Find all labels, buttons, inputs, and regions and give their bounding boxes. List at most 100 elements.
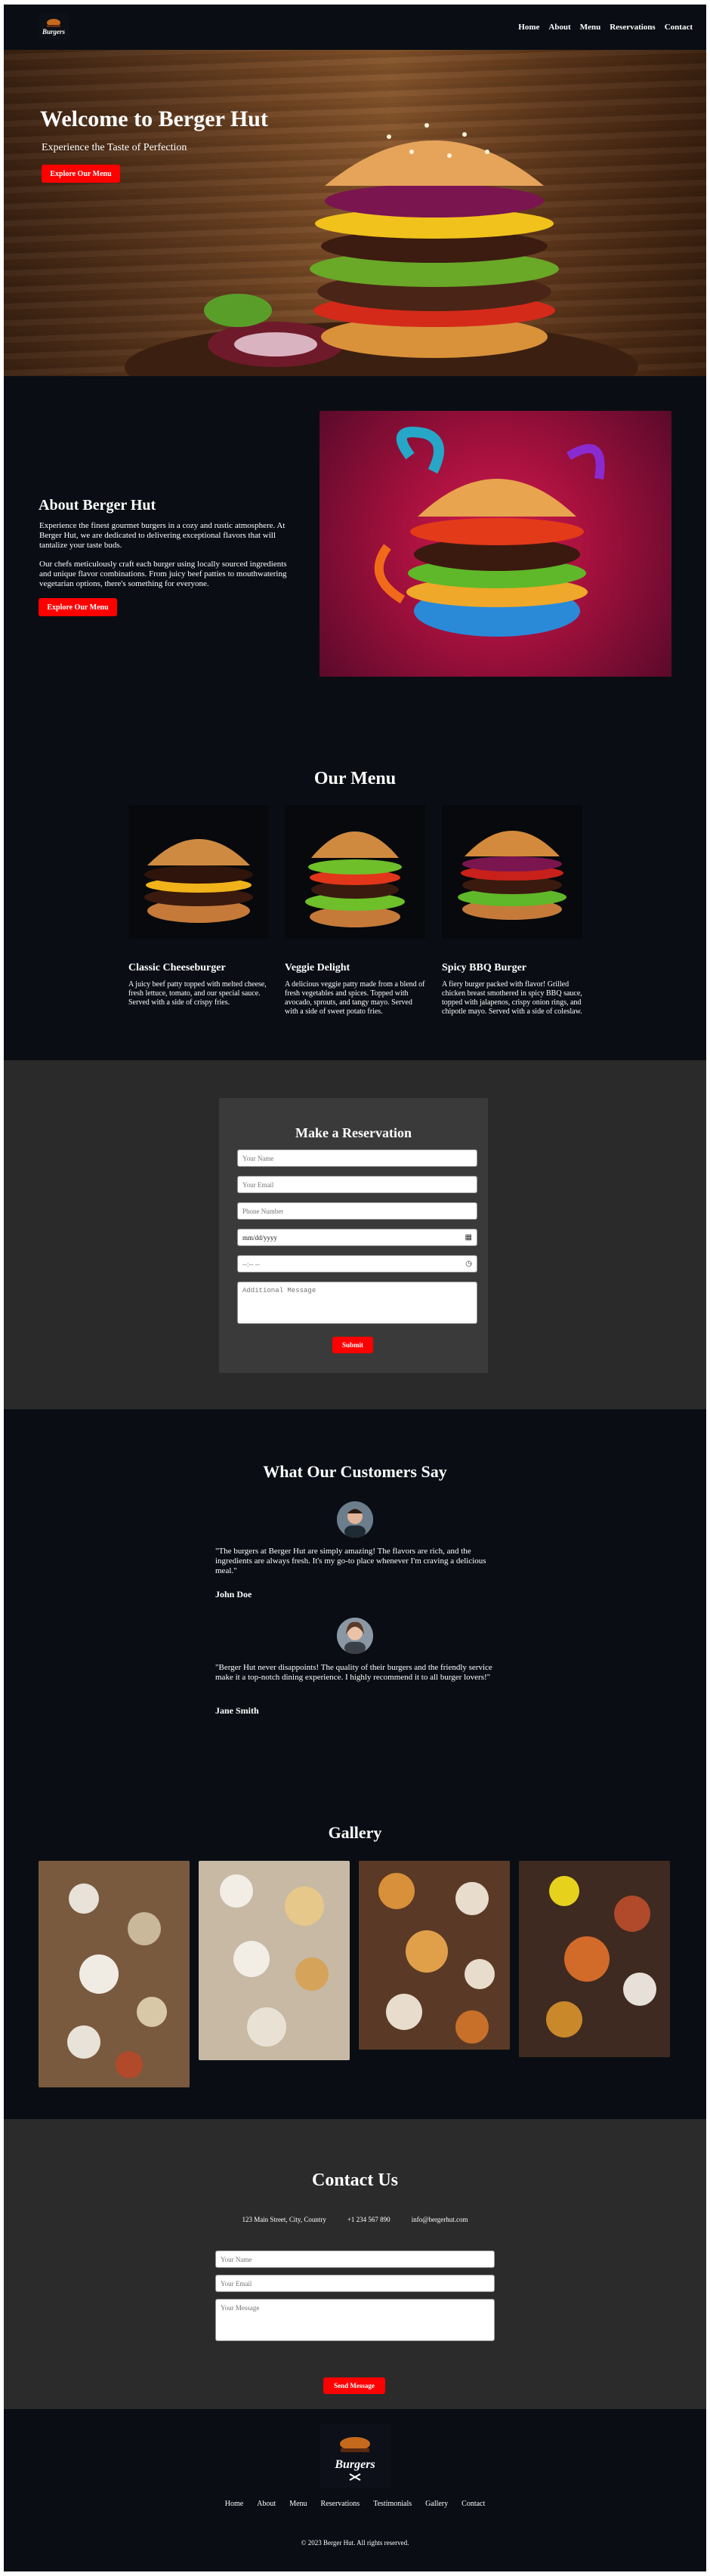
phone-placeholder: Phone Number — [242, 1207, 284, 1215]
reservation-phone-input[interactable]: Phone Number — [237, 1202, 477, 1220]
hero-title: Welcome to Berger Hut — [40, 106, 268, 131]
reservation-title: Make a Reservation — [295, 1125, 412, 1140]
main-nav: Home About Menu Reservations Contact — [518, 23, 693, 32]
footer-nav-reservations[interactable]: Reservations — [321, 2500, 360, 2508]
menu-card-classic-cheeseburger[interactable]: Classic Cheeseburger A juicy beef patty … — [128, 805, 269, 1007]
menu-image-veggie-delight — [285, 805, 425, 939]
reservation-time-input[interactable]: --:-- -- ◷ — [237, 1255, 477, 1273]
contact-address: 123 Main Street, City, Country — [242, 2216, 326, 2223]
menu-item-name: Veggie Delight — [285, 962, 350, 973]
reservation-name-input[interactable]: Your Name — [237, 1149, 477, 1167]
contact-info: 123 Main Street, City, Country +1 234 56… — [4, 2216, 706, 2223]
svg-text:Burgers: Burgers — [334, 2458, 375, 2471]
nav-item-menu[interactable]: Menu — [580, 23, 601, 32]
footer-nav-gallery[interactable]: Gallery — [425, 2500, 448, 2508]
menu-item-desc: A fiery burger packed with flavor! Grill… — [442, 980, 582, 1016]
reservation-section: Make a Reservation Your Name Your Email … — [4, 1060, 706, 1409]
gallery-image-4[interactable] — [519, 1861, 670, 2057]
gallery-image-1[interactable] — [39, 1861, 190, 2087]
hero-subtitle: Experience the Taste of Perfection — [42, 142, 187, 153]
testimonial-quote: "The burgers at Berger Hut are simply am… — [215, 1547, 486, 1575]
about-paragraph-1: Experience the finest gourmet burgers in… — [39, 521, 286, 550]
gallery-food-table-image — [199, 1861, 350, 2060]
about-paragraph-2: Our chefs meticulously craft each burger… — [39, 560, 287, 588]
message-placeholder: Your Message — [221, 2304, 260, 2312]
site-footer: Burgers Home About Menu Reservations Tes… — [4, 2409, 706, 2571]
hero-explore-menu-button[interactable]: Explore Our Menu — [42, 165, 120, 183]
hero-section: Welcome to Berger Hut Experience the Tas… — [4, 50, 706, 376]
veggie-burger-graphic — [305, 831, 405, 927]
about-title: About Berger Hut — [39, 497, 156, 514]
time-placeholder: --:-- -- — [242, 1260, 260, 1268]
footer-nav-about[interactable]: About — [257, 2500, 276, 2508]
gallery-image-3[interactable] — [359, 1861, 510, 2050]
gallery-food-table-image — [39, 1861, 190, 2087]
email-placeholder: Your Email — [242, 1180, 274, 1189]
contact-title: Contact Us — [312, 2170, 398, 2190]
about-explore-menu-button[interactable]: Explore Our Menu — [39, 598, 117, 616]
bbq-burger-graphic — [458, 831, 566, 920]
footer-nav-menu[interactable]: Menu — [289, 2500, 307, 2508]
contact-message-textarea[interactable]: Your Message — [215, 2299, 495, 2341]
gallery-section: Gallery — [4, 1796, 706, 2119]
svg-text:Burgers: Burgers — [42, 28, 66, 35]
menu-image-spicy-bbq-burger — [442, 805, 582, 939]
nav-item-home[interactable]: Home — [518, 23, 539, 32]
contact-send-button[interactable]: Send Message — [323, 2377, 385, 2394]
contact-section: Contact Us 123 Main Street, City, Countr… — [4, 2119, 706, 2409]
name-placeholder: Your Name — [221, 2255, 252, 2263]
reservation-email-input[interactable]: Your Email — [237, 1176, 477, 1193]
site-header: Burgers Home About Menu Reservations Con… — [4, 5, 706, 50]
copyright-text: © 2023 Berger Hut. All rights reserved. — [301, 2539, 409, 2547]
gallery-image-2[interactable] — [199, 1861, 350, 2060]
menu-image-classic-cheeseburger — [128, 805, 269, 939]
testimonials-section: What Our Customers Say "The burgers at B… — [4, 1409, 706, 1796]
page: Burgers Home About Menu Reservations Con… — [0, 0, 710, 2576]
footer-nav-testimonials[interactable]: Testimonials — [373, 2500, 412, 2508]
menu-item-desc: A juicy beef patty topped with melted ch… — [128, 980, 267, 1007]
site-frame: Burgers Home About Menu Reservations Con… — [4, 5, 706, 2571]
gallery-title: Gallery — [328, 1823, 382, 1842]
email-placeholder: Your Email — [221, 2279, 252, 2288]
nav-item-about[interactable]: About — [548, 23, 570, 32]
logo[interactable]: Burgers — [39, 14, 69, 39]
testimonials-title: What Our Customers Say — [263, 1462, 447, 1481]
date-placeholder: mm/dd/yyyy — [242, 1233, 278, 1242]
contact-email-input[interactable]: Your Email — [215, 2275, 495, 2292]
contact-name-input[interactable]: Your Name — [215, 2251, 495, 2268]
testimonial-name: Jane Smith — [215, 1705, 259, 1716]
menu-item-name: Spicy BBQ Burger — [442, 962, 527, 973]
gallery-food-table-image — [519, 1861, 670, 2057]
reservation-form: Make a Reservation Your Name Your Email … — [219, 1098, 488, 1373]
menu-item-name: Classic Cheeseburger — [128, 962, 226, 973]
menu-section: Our Menu Classic Cheeseburger A juicy be… — [4, 713, 706, 1060]
menu-card-veggie-delight[interactable]: Veggie Delight A delicious veggie patty … — [285, 805, 425, 1017]
nav-item-contact[interactable]: Contact — [665, 23, 693, 32]
footer-nav-home[interactable]: Home — [225, 2500, 243, 2508]
testimonial-quote: "Berger Hut never disappoints! The quali… — [215, 1663, 492, 1682]
logo-burger-icon: Burgers — [42, 19, 66, 35]
cheeseburger-graphic — [144, 839, 253, 923]
about-burger-image — [320, 411, 671, 677]
reservation-message-textarea[interactable]: Additional Message — [237, 1282, 477, 1324]
contact-phone[interactable]: +1 234 567 890 — [347, 2216, 390, 2223]
reservation-date-input[interactable]: mm/dd/yyyy ▦ — [237, 1229, 477, 1246]
avatar — [337, 1501, 373, 1538]
reservation-submit-button[interactable]: Submit — [332, 1337, 373, 1353]
footer-logo[interactable]: Burgers — [320, 2424, 390, 2488]
about-section: About Berger Hut Experience the finest g… — [4, 376, 706, 713]
nav-item-reservations[interactable]: Reservations — [610, 23, 656, 32]
footer-nav-contact[interactable]: Contact — [462, 2500, 485, 2508]
menu-title: Our Menu — [313, 769, 397, 788]
footer-burger-logo-icon: Burgers — [334, 2437, 375, 2481]
message-placeholder: Additional Message — [242, 1287, 316, 1294]
user-avatar-icon — [337, 1501, 373, 1538]
contact-email[interactable]: info@bergerhut.com — [412, 2216, 468, 2223]
clock-icon[interactable]: ◷ — [465, 1260, 472, 1268]
menu-card-spicy-bbq-burger[interactable]: Spicy BBQ Burger A fiery burger packed w… — [442, 805, 582, 1017]
calendar-icon[interactable]: ▦ — [465, 1233, 472, 1242]
about-burger-graphic — [374, 427, 605, 637]
footer-nav: Home About Menu Reservations Testimonial… — [4, 2500, 706, 2508]
menu-item-desc: A delicious veggie patty made from a ble… — [285, 980, 425, 1016]
gallery-food-table-image — [359, 1861, 510, 2050]
